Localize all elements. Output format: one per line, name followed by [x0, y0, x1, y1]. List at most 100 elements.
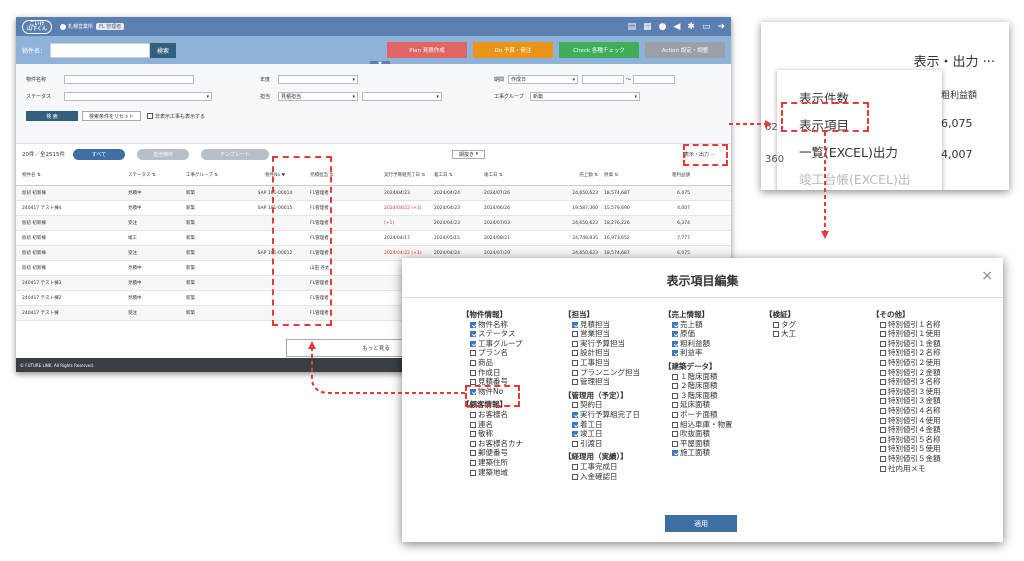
folder-icon[interactable]: ▭	[702, 22, 711, 32]
column-option[interactable]: 物件名称	[462, 320, 523, 330]
column-option[interactable]: 建築地域	[462, 468, 523, 478]
column-option[interactable]: プラン名	[462, 348, 523, 358]
checkbox[interactable]	[880, 388, 886, 395]
column-header[interactable]: 粗利益額	[656, 172, 696, 178]
column-option[interactable]: 管理担当	[564, 377, 640, 387]
column-option[interactable]: 工事グループ	[462, 339, 523, 349]
column-option[interactable]: 郵便番号	[462, 448, 523, 458]
column-header[interactable]: 売上額 ⇅	[546, 172, 604, 178]
apply-button[interactable]: 適用	[665, 515, 737, 532]
column-option[interactable]: 吹抜面積	[664, 429, 733, 439]
app-logo[interactable]: こいけ 山下くん	[22, 19, 52, 34]
checkbox[interactable]	[470, 369, 476, 376]
checkbox[interactable]	[470, 450, 476, 457]
checkbox[interactable]	[880, 407, 886, 414]
column-option[interactable]: ２階床面積	[664, 381, 733, 391]
checkbox[interactable]	[880, 369, 886, 376]
column-option[interactable]: 延床面積	[664, 400, 733, 410]
checkbox[interactable]	[572, 473, 578, 480]
checkbox[interactable]	[672, 383, 678, 390]
column-option[interactable]: 工事完成日	[564, 462, 640, 472]
checkbox[interactable]	[470, 340, 476, 347]
checkbox[interactable]	[572, 350, 578, 357]
logout-icon[interactable]: ➜	[717, 22, 725, 32]
column-header[interactable]: 実行予算組完了日 ⇅	[378, 172, 434, 178]
filter-staff-select[interactable]: 見積担当 ▾	[278, 92, 358, 101]
column-option[interactable]: 営業担当	[564, 329, 640, 339]
checkbox[interactable]	[470, 321, 476, 328]
column-option[interactable]: 竣工日	[564, 429, 640, 439]
filter-year-select[interactable]: ▾	[278, 75, 358, 84]
megaphone-icon[interactable]: ◀	[673, 22, 680, 32]
filter-name-input[interactable]	[64, 75, 194, 84]
checkbox[interactable]	[572, 359, 578, 366]
checkbox[interactable]	[572, 369, 578, 376]
gear-icon[interactable]: ✱	[687, 22, 695, 32]
checkbox[interactable]	[880, 446, 886, 453]
column-option[interactable]: 商品	[462, 358, 523, 368]
checkbox[interactable]	[672, 350, 678, 357]
column-option[interactable]: 粗利益額	[664, 339, 733, 349]
checkbox[interactable]	[572, 411, 578, 418]
column-option[interactable]: 社内用メモ	[872, 464, 941, 474]
checkbox[interactable]	[672, 411, 678, 418]
menu-item-ledger[interactable]: 竣工台帳(EXCEL)出力	[777, 163, 942, 190]
menu-action[interactable]: Action 設定・調整	[645, 42, 725, 58]
hidden-checkbox[interactable]	[147, 113, 154, 119]
filter-reset-button[interactable]: 検索条件をリセット	[82, 111, 142, 121]
filter-status-select[interactable]: ▾	[64, 92, 212, 101]
checkbox[interactable]	[773, 321, 779, 328]
column-option[interactable]: 実行予算担当	[564, 339, 640, 349]
column-header[interactable]: 竣工日 ⇅	[484, 172, 546, 178]
column-option[interactable]: 建築住所	[462, 458, 523, 468]
menu-plan[interactable]: Plan 見積作成	[387, 42, 467, 58]
checkbox[interactable]	[470, 421, 476, 428]
menu-do[interactable]: Do 予算・発注	[473, 42, 553, 58]
checkbox[interactable]	[572, 340, 578, 347]
column-option[interactable]: 特別値引３使用	[872, 387, 941, 397]
column-option[interactable]: お客様名カナ	[462, 439, 523, 449]
calendar-icon[interactable]: ▦	[643, 22, 652, 32]
column-option[interactable]: 特別値引１名称	[872, 320, 941, 330]
column-option[interactable]: 原価	[664, 329, 733, 339]
column-option[interactable]: 特別値引２金額	[872, 368, 941, 378]
filter-period-select[interactable]: 作成日 ▾	[508, 75, 578, 84]
column-option[interactable]: 平屋面積	[664, 439, 733, 449]
menu-item-excel[interactable]: 一覧(EXCEL)出力	[777, 136, 942, 163]
checkbox[interactable]	[672, 331, 678, 338]
checkbox[interactable]	[572, 331, 578, 338]
document-icon[interactable]: ▤	[628, 22, 637, 32]
checkbox[interactable]	[880, 331, 886, 338]
column-option[interactable]: 見積担当	[564, 320, 640, 330]
column-option[interactable]: ステータス	[462, 329, 523, 339]
filter-staff-person-select[interactable]: ▾	[362, 92, 442, 101]
sort-select[interactable]: 期抜き ▾	[452, 149, 486, 159]
checkbox[interactable]	[672, 421, 678, 428]
column-option[interactable]: プランニング担当	[564, 368, 640, 378]
column-option[interactable]: 特別値引３金額	[872, 396, 941, 406]
column-option[interactable]: １階床面積	[664, 372, 733, 382]
checkbox[interactable]	[572, 421, 578, 428]
checkbox[interactable]	[672, 440, 678, 447]
checkbox[interactable]	[672, 402, 678, 409]
checkbox[interactable]	[880, 465, 886, 472]
column-option[interactable]: 特別値引３名称	[872, 377, 941, 387]
column-option[interactable]: 契約日	[564, 400, 640, 410]
checkbox[interactable]	[880, 436, 886, 443]
checkbox[interactable]	[572, 402, 578, 409]
checkbox[interactable]	[572, 431, 578, 438]
chat-icon[interactable]: ●	[659, 22, 667, 32]
table-row[interactable]: 仮初 初新棟 受注 新築 FL管理者 (+1) 2024/04/23 2024/07/03 2…	[16, 216, 731, 231]
column-option[interactable]: 特別値引４金額	[872, 425, 941, 435]
checkbox[interactable]	[672, 450, 678, 457]
filter-period-to[interactable]	[633, 75, 676, 84]
checkbox[interactable]	[470, 440, 476, 447]
checkbox[interactable]	[880, 417, 886, 424]
column-option[interactable]: 施工面積	[664, 448, 733, 458]
close-icon[interactable]: ×	[981, 268, 993, 284]
column-option[interactable]: 組込車庫・物置	[664, 420, 733, 430]
checkbox[interactable]	[470, 331, 476, 338]
checkbox[interactable]	[470, 350, 476, 357]
checkbox[interactable]	[880, 350, 886, 357]
checkbox[interactable]	[880, 455, 886, 462]
